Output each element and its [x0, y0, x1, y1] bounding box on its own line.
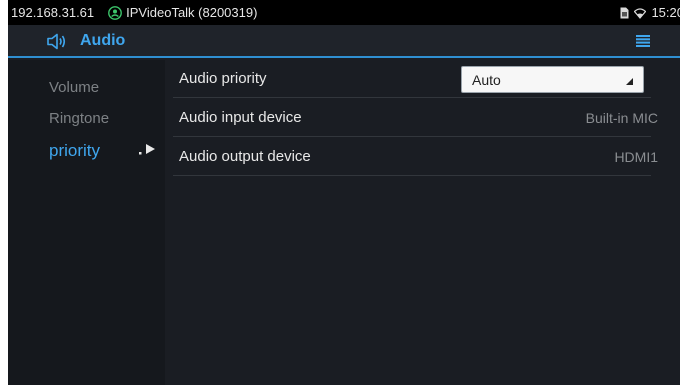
- status-bar: 192.168.31.61 IPVideoTalk (8200319) 15:2…: [8, 0, 680, 25]
- sim-card-icon: [620, 7, 629, 18]
- title-bar: Audio: [8, 25, 680, 58]
- sidebar-item-priority[interactable]: priority: [49, 141, 100, 161]
- sidebar-item-ringtone[interactable]: Ringtone: [49, 110, 109, 127]
- clock: 15:20: [651, 5, 680, 20]
- page-title: Audio: [80, 32, 126, 49]
- account-name: IPVideoTalk (8200319): [126, 5, 258, 20]
- selected-arrow-icon: [139, 144, 155, 155]
- wifi-icon: [634, 7, 647, 19]
- row-label: Audio priority: [179, 70, 267, 87]
- select-value: Auto: [472, 72, 501, 88]
- sidebar-item-volume[interactable]: Volume: [49, 79, 99, 96]
- device-screen: 192.168.31.61 IPVideoTalk (8200319) 15:2…: [8, 0, 680, 385]
- audio-priority-select[interactable]: Auto: [461, 66, 644, 93]
- caret-icon: [626, 78, 633, 85]
- row-label: Audio input device: [179, 109, 302, 126]
- row-value: HDMI1: [614, 149, 658, 165]
- menu-icon[interactable]: [636, 35, 650, 47]
- ip-address: 192.168.31.61: [11, 5, 95, 20]
- row-audio-priority: Audio priority Auto: [173, 60, 651, 98]
- speaker-icon: [47, 33, 66, 50]
- row-audio-input-device[interactable]: Audio input device Built-in MIC: [173, 99, 658, 137]
- account-icon: [108, 5, 123, 20]
- sidebar: Volume Ringtone priority: [8, 60, 165, 385]
- row-audio-output-device[interactable]: Audio output device HDMI1: [173, 138, 658, 176]
- status-icons: 15:20: [620, 0, 680, 25]
- row-value: Built-in MIC: [585, 110, 658, 126]
- row-label: Audio output device: [179, 148, 311, 165]
